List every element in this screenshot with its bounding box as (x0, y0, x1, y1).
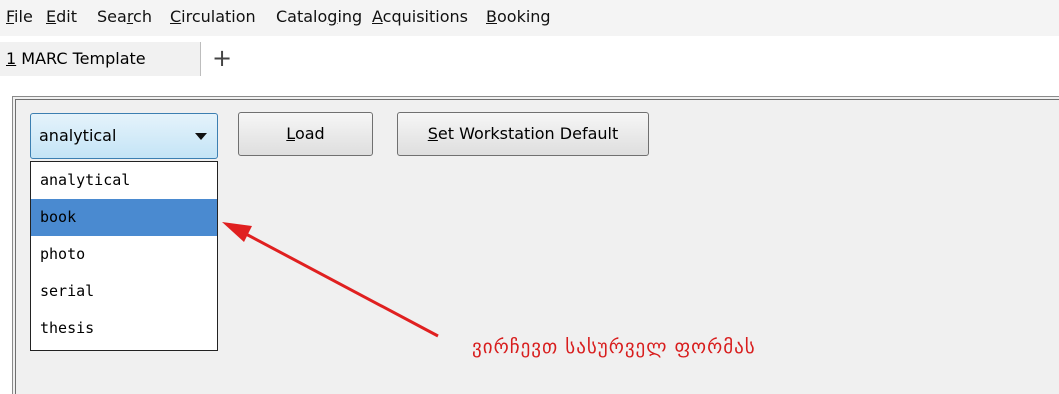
annotation-text: ვირჩევთ სასურველ ფორმას (472, 336, 756, 358)
annotation-arrow-icon (222, 222, 439, 338)
